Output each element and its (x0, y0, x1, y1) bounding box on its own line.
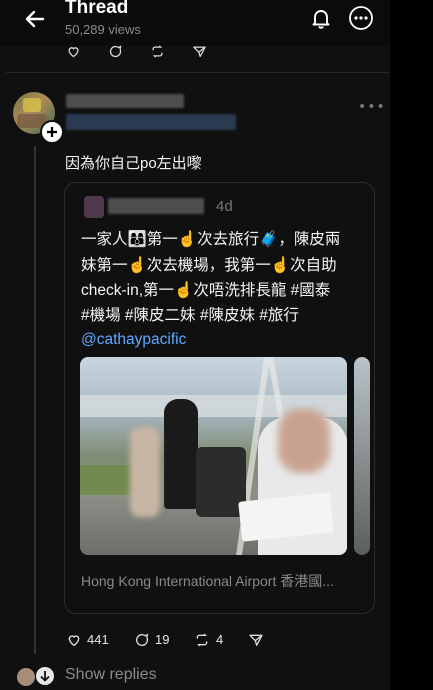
quoted-post-age: 4d (216, 198, 233, 215)
page-title: Thread (65, 0, 129, 18)
repost-count: 4 (216, 632, 224, 647)
show-replies-link[interactable]: Show replies (65, 666, 157, 684)
quoted-text-line-4: #機場 #陳皮二妹 #陳皮妹 #旅行 (81, 307, 299, 324)
quoted-text-line-2: 妹第一☝次去機場，我第一☝次自助 (81, 257, 337, 274)
back-arrow-icon[interactable] (22, 6, 48, 32)
heart-icon[interactable] (66, 632, 82, 648)
repost-icon[interactable] (194, 632, 210, 648)
share-icon[interactable] (192, 44, 207, 59)
post-photo[interactable] (80, 357, 347, 555)
bell-icon[interactable] (309, 6, 333, 30)
quoted-avatar[interactable] (84, 196, 104, 218)
blurred-link (66, 114, 236, 130)
view-count: 50,289 views (65, 22, 141, 37)
blurred-child (130, 427, 160, 517)
next-photo-peek[interactable] (354, 357, 370, 555)
quoted-text-line-3: check-in,第一☝次唔洗排長龍 #國泰 (81, 282, 331, 299)
blurred-face (278, 409, 330, 473)
like-count: 441 (87, 632, 109, 647)
location-tag[interactable]: Hong Kong International Airport 香港國... (81, 571, 334, 591)
reply-avatar (16, 667, 36, 687)
expand-replies-icon[interactable] (36, 667, 54, 685)
follow-plus-icon[interactable] (40, 120, 64, 144)
reply-text: 因為你自己po左出嚟 (65, 155, 202, 172)
right-gutter (390, 0, 433, 690)
comment-icon[interactable] (108, 44, 123, 59)
quoted-blurred-username (108, 198, 204, 214)
mention-link[interactable]: @cathaypacific (81, 328, 186, 352)
blurred-username (66, 94, 184, 108)
quoted-text-line-1: 一家人👩‍👩‍👦第一☝次去旅行🧳，陳皮兩 (81, 231, 341, 248)
post-menu-icon[interactable]: ••• (358, 99, 386, 115)
comment-icon[interactable] (134, 632, 150, 648)
thread-line (34, 146, 36, 654)
person-figure (164, 399, 198, 509)
divider (6, 72, 390, 73)
heart-icon[interactable] (66, 44, 81, 59)
share-icon[interactable] (248, 632, 264, 648)
repost-icon[interactable] (150, 44, 165, 59)
reply-count: 19 (155, 632, 170, 647)
more-options-icon[interactable] (348, 5, 374, 31)
